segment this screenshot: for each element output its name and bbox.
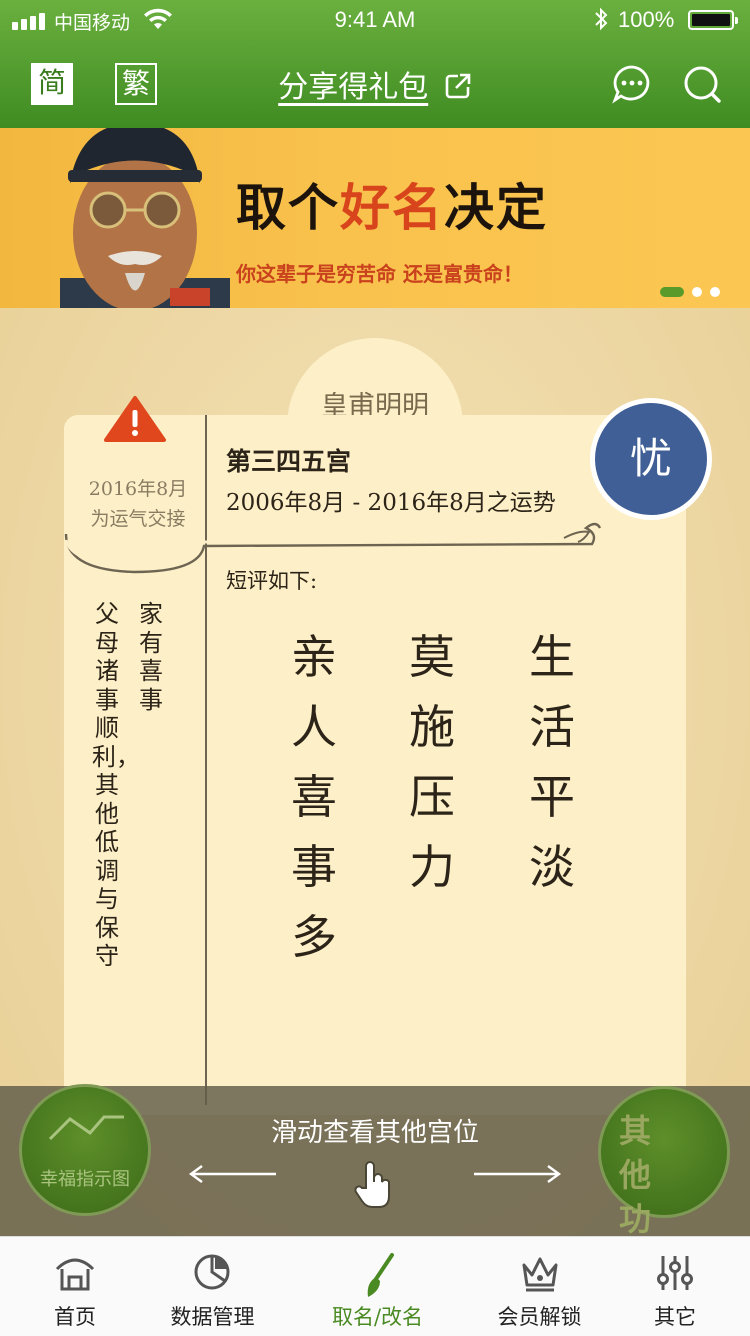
carousel-dot[interactable] (710, 287, 720, 297)
verse-column: 生活平淡 (529, 630, 575, 894)
banner-subtitle: 你这辈子是穷苦命 还是富贵命！ (236, 262, 523, 286)
palace-name: 第三四五宫 (226, 447, 352, 476)
tab-other[interactable]: 其它 (615, 1237, 735, 1336)
note-column: 父母诸事顺利，其他低调与保守 (92, 600, 140, 970)
chat-bubble-icon[interactable] (612, 64, 652, 104)
tab-naming[interactable]: 取名/改名 (300, 1237, 455, 1336)
share-out-icon (445, 73, 471, 99)
share-gift-label: 分享得礼包 (278, 70, 429, 105)
happiness-chart-label: 幸福指示图 (40, 1169, 130, 1190)
bottom-tab-bar: 首页 数据管理 取名/改名 会员解锁 其它 (0, 1236, 750, 1336)
tab-label: 数据管理 (170, 1305, 255, 1329)
tab-label: 会员解锁 (497, 1305, 582, 1329)
ribbon-divider (64, 522, 602, 574)
home-icon (55, 1258, 95, 1291)
note-column: 家有喜事 (139, 600, 163, 714)
tab-label: 其它 (654, 1305, 696, 1329)
swipe-hand-icon (354, 1161, 390, 1208)
crown-icon (522, 1257, 558, 1292)
battery-icon (688, 10, 738, 30)
carousel-dot[interactable] (660, 287, 684, 297)
tab-data-management[interactable]: 数据管理 (135, 1237, 290, 1336)
palace-period: 2006年8月 - 2016年8月之运势 (226, 490, 556, 516)
promo-banner[interactable]: 取个好名决定 你这辈子是穷苦命 还是富贵命！ (0, 128, 750, 308)
arrow-right-icon (474, 1165, 562, 1183)
review-label: 短评如下: (226, 569, 318, 593)
arrow-left-icon (188, 1165, 276, 1183)
tab-label: 取名/改名 (331, 1305, 424, 1329)
tab-member-unlock[interactable]: 会员解锁 (462, 1237, 617, 1336)
search-icon[interactable] (682, 64, 722, 104)
tab-home[interactable]: 首页 (0, 1237, 150, 1336)
top-bar: 中国移动 9:41 AM 100% 简 繁 分享得礼包 (0, 0, 750, 128)
happiness-chart-button[interactable]: 幸福指示图 (19, 1084, 151, 1216)
sliders-icon (657, 1256, 693, 1290)
pie-chart-icon (194, 1254, 230, 1290)
carousel-dot[interactable] (692, 287, 702, 297)
other-functions-button[interactable]: 其他功能 (598, 1086, 730, 1282)
warning-icon (104, 396, 166, 442)
verse-column: 莫施压力 (409, 630, 455, 894)
bluetooth-icon (595, 7, 608, 31)
tab-label: 首页 (54, 1305, 96, 1329)
verse-column: 亲人喜事多 (291, 630, 337, 964)
old-man-portrait-icon (60, 128, 230, 308)
mood-badge: 忧 (590, 398, 712, 520)
carousel-dots[interactable] (660, 287, 720, 297)
brush-icon (367, 1253, 394, 1297)
transition-date: 2016年8月 (88, 478, 188, 500)
battery-percent: 100% (618, 7, 675, 32)
status-bar: 中国移动 9:41 AM 100% (0, 0, 750, 40)
banner-title: 取个好名决定 (236, 179, 548, 237)
